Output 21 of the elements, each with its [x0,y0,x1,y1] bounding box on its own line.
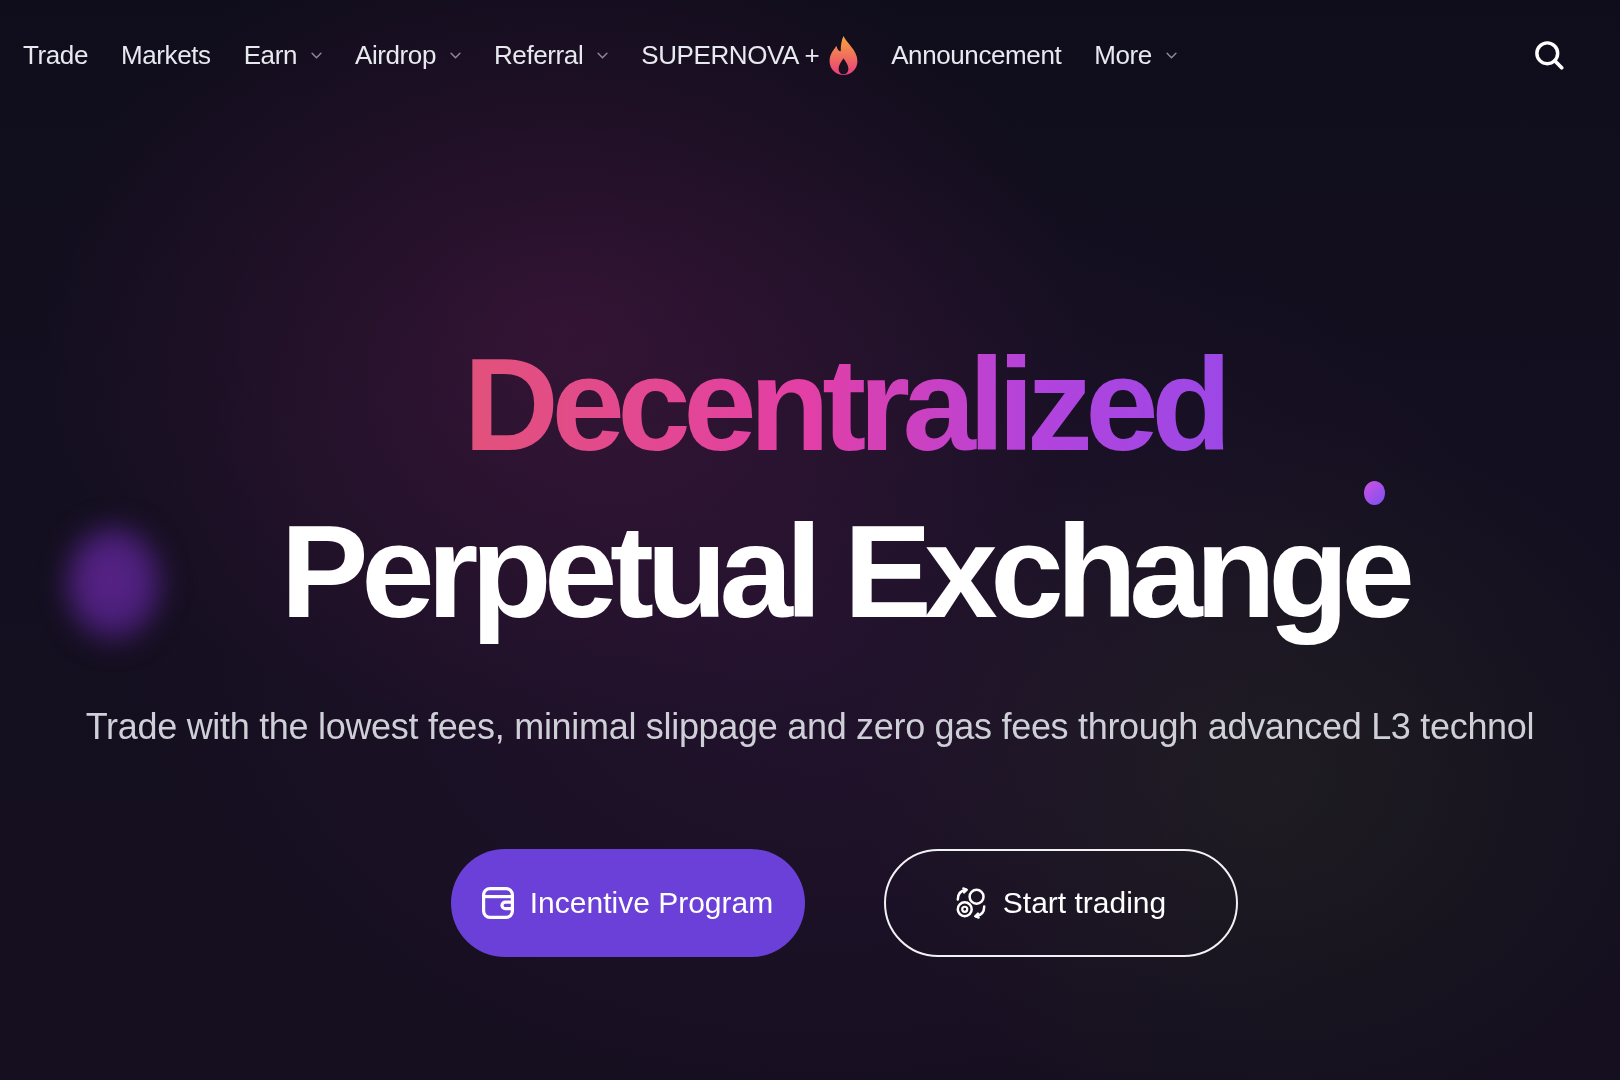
nav-link[interactable]: Referral [494,39,609,71]
dot-icon [1364,481,1385,505]
nav-link[interactable]: More [1094,39,1177,71]
caret-icon [597,51,609,59]
nav-link[interactable]: Airdrop [354,39,461,71]
fire-icon [829,35,859,75]
caret-icon [310,51,322,59]
outline-button[interactable]: Start trading [883,849,1238,957]
wallet-icon [481,887,514,919]
primary-button[interactable]: Incentive Program [450,849,805,957]
caret-icon [1165,51,1177,59]
hero-subtitle: Trade with the lowest fees, minimal slippage and zero gas fees through advanced L3 technol [85,705,1535,749]
nav-link[interactable]: Trade [23,39,88,71]
caret-icon [450,51,461,59]
nav-link[interactable]: Announcement [891,39,1062,71]
nav-link[interactable]: Markets [120,39,211,71]
search-icon[interactable] [1534,40,1564,70]
hero-title: Perpetual Exchange [280,497,1408,647]
nav-link[interactable]: SUPERNOVA + [641,35,859,75]
nav-link[interactable]: Earn [243,39,322,71]
coin-swap-icon [954,887,987,919]
